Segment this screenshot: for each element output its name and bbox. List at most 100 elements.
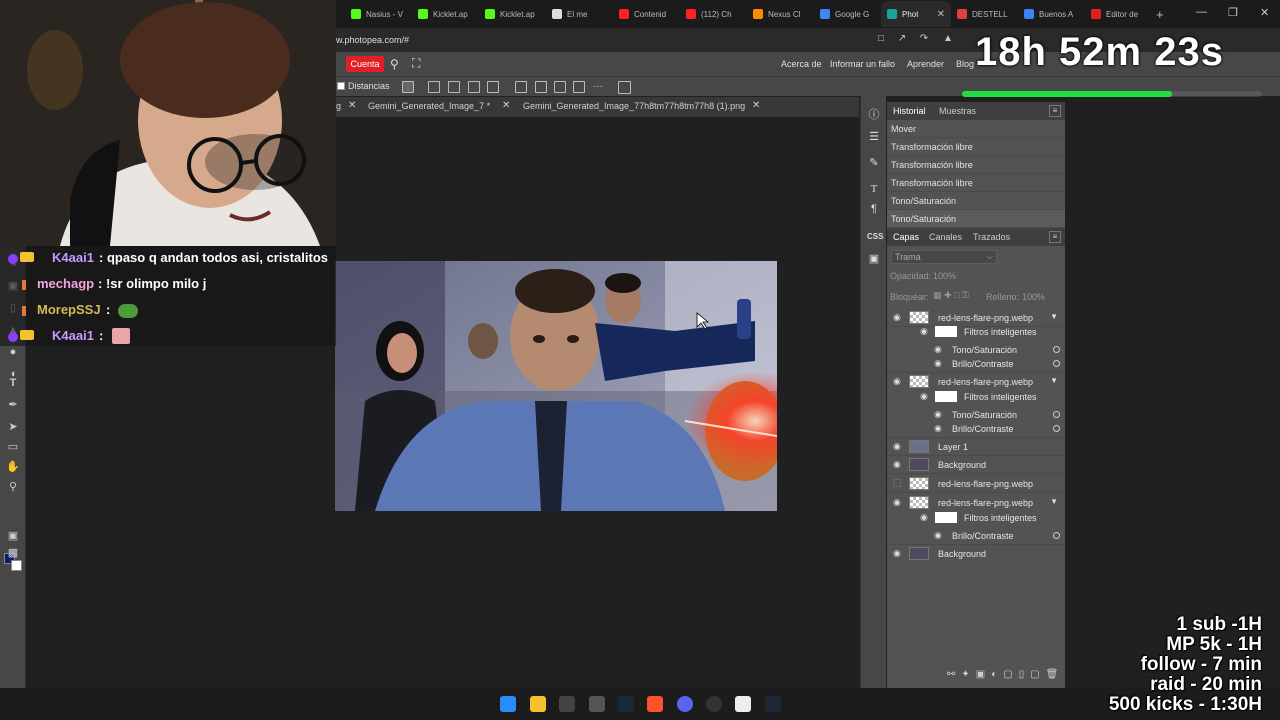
browser-tab[interactable]: Kicklet.ap bbox=[479, 1, 546, 27]
history-item[interactable]: Transformación libre bbox=[887, 138, 1065, 156]
blur-tool-icon[interactable]: ● bbox=[6, 346, 20, 358]
layer-row[interactable]: ◉ Filtros inteligentes bbox=[887, 388, 1065, 406]
adjust-icon[interactable]: ☰ bbox=[867, 130, 881, 144]
panel-menu-icon[interactable]: ≡ bbox=[1049, 231, 1061, 243]
more-icon[interactable]: … bbox=[593, 79, 603, 90]
align-top-icon[interactable] bbox=[515, 81, 527, 93]
distribute-v-icon[interactable] bbox=[573, 81, 585, 93]
browser-tab[interactable]: Contenid bbox=[613, 1, 680, 27]
tab-swatches[interactable]: Muestras bbox=[939, 106, 976, 116]
history-item[interactable]: Transformación libre bbox=[887, 174, 1065, 192]
align-left-icon[interactable] bbox=[428, 81, 440, 93]
eye-icon[interactable]: ◉ bbox=[934, 531, 944, 540]
close-icon[interactable]: ✕ bbox=[937, 9, 945, 20]
layer-row[interactable]: ◉ Brillo/Contraste bbox=[887, 355, 1065, 373]
eye-icon[interactable]: ◉ bbox=[920, 392, 930, 401]
grid-icon[interactable] bbox=[618, 81, 631, 94]
close-icon[interactable]: ✕ bbox=[348, 100, 356, 111]
browser-tab[interactable]: DESTELL bbox=[951, 1, 1018, 27]
close-icon[interactable]: ✕ bbox=[502, 100, 510, 111]
download-icon[interactable] bbox=[402, 81, 414, 93]
menu-blog[interactable]: Blog bbox=[956, 59, 974, 69]
obs-icon[interactable] bbox=[735, 696, 751, 712]
close-window-icon[interactable]: ✕ bbox=[1260, 6, 1269, 19]
history-item[interactable]: Tono/Saturación bbox=[887, 210, 1065, 228]
quick-mask-icon[interactable]: ▣ bbox=[6, 530, 20, 542]
layer-row[interactable]: ◉ Brillo/Contraste bbox=[887, 527, 1065, 545]
lock-icons[interactable]: ▦ ✚ □ ⚿ bbox=[933, 290, 969, 301]
layer-row[interactable]: ◉ Filtros inteligentes bbox=[887, 323, 1065, 341]
background-color-swatch[interactable] bbox=[11, 560, 22, 571]
expand-icon[interactable]: ▼ bbox=[1050, 376, 1058, 385]
expand-icon[interactable]: ▼ bbox=[1050, 497, 1058, 506]
doc-tab-partial[interactable]: g bbox=[336, 101, 341, 111]
filter-options-icon[interactable] bbox=[1053, 425, 1060, 432]
align-bottom-icon[interactable] bbox=[554, 81, 566, 93]
eye-icon[interactable]: ◉ bbox=[920, 327, 930, 336]
canvas-image[interactable] bbox=[335, 261, 777, 511]
brave-icon[interactable] bbox=[647, 696, 663, 712]
menu-report-bug[interactable]: Informar un fallo bbox=[830, 59, 895, 69]
history-item[interactable]: Tono/Saturación bbox=[887, 192, 1065, 210]
brush-settings-icon[interactable]: ✎ bbox=[867, 156, 881, 170]
filter-options-icon[interactable] bbox=[1053, 360, 1060, 367]
eye-icon[interactable]: ◉ bbox=[893, 460, 903, 469]
minimize-icon[interactable]: — bbox=[1196, 6, 1207, 18]
eye-icon[interactable]: ◉ bbox=[893, 442, 903, 451]
browser-tab[interactable]: Kicklet.ap bbox=[412, 1, 479, 27]
paragraph-icon[interactable]: ¶ bbox=[867, 202, 881, 216]
text-tool-icon[interactable]: T bbox=[6, 377, 20, 389]
browser-tab[interactable]: Google G bbox=[814, 1, 881, 27]
panel-menu-icon[interactable]: ≡ bbox=[1049, 105, 1061, 117]
discord-icon[interactable] bbox=[677, 696, 693, 712]
eye-icon[interactable]: ◉ bbox=[934, 345, 944, 354]
eye-icon[interactable]: ◉ bbox=[893, 313, 903, 322]
app-icon[interactable] bbox=[559, 696, 575, 712]
maximize-icon[interactable]: ❐ bbox=[1228, 6, 1238, 19]
eye-icon[interactable]: ◉ bbox=[893, 498, 903, 507]
windows-start-icon[interactable] bbox=[500, 696, 516, 712]
steam-icon[interactable] bbox=[765, 696, 781, 712]
browser-tab[interactable]: Editor de bbox=[1085, 1, 1152, 27]
layer-row[interactable]: ◉ Background bbox=[887, 545, 1065, 563]
layer-row[interactable]: ◉ Layer 1 bbox=[887, 438, 1065, 456]
browser-tab[interactable]: Phot ✕ bbox=[881, 1, 951, 27]
align-middle-icon[interactable] bbox=[535, 81, 547, 93]
filter-options-icon[interactable] bbox=[1053, 411, 1060, 418]
bookmark-icon[interactable]: □ bbox=[874, 33, 888, 47]
fill-value[interactable]: 100% bbox=[1022, 292, 1045, 302]
layer-row[interactable]: ◉ Filtros inteligentes bbox=[887, 509, 1065, 527]
eye-icon[interactable]: ◉ bbox=[934, 410, 944, 419]
eye-icon[interactable]: ◉ bbox=[920, 513, 930, 522]
menu-learn[interactable]: Aprender bbox=[907, 59, 944, 69]
history-item[interactable]: Transformación libre bbox=[887, 156, 1065, 174]
tab-layers[interactable]: Capas bbox=[893, 232, 919, 242]
share-icon[interactable]: ↷ bbox=[917, 33, 931, 47]
visibility-off-box[interactable] bbox=[893, 479, 901, 487]
eye-icon[interactable]: ◉ bbox=[934, 424, 944, 433]
browser-tab[interactable]: El me bbox=[546, 1, 613, 27]
steam-icon[interactable] bbox=[618, 696, 634, 712]
search-icon[interactable]: ⚲ bbox=[390, 57, 399, 71]
eye-icon[interactable]: ◉ bbox=[893, 377, 903, 386]
file-explorer-icon[interactable] bbox=[530, 696, 546, 712]
brave-shield-icon[interactable]: ▲ bbox=[941, 33, 955, 47]
tab-history[interactable]: Historial bbox=[893, 106, 926, 116]
opacity-value[interactable]: 100% bbox=[933, 271, 956, 281]
browser-tab[interactable]: Nexus Cl bbox=[747, 1, 814, 27]
new-tab-button[interactable]: + bbox=[1156, 7, 1172, 22]
css-icon[interactable]: CSS bbox=[867, 230, 883, 244]
doc-tab-gemini-2[interactable]: Gemini_Generated_Image_77h8tm77h8tm77h8 … bbox=[523, 101, 745, 111]
zoom-tool-icon[interactable]: ⚲ bbox=[6, 481, 20, 493]
open-external-icon[interactable]: ↗ bbox=[895, 33, 909, 47]
distribute-icon[interactable] bbox=[487, 81, 499, 93]
browser-tab[interactable]: (112) Ch bbox=[680, 1, 747, 27]
fullscreen-icon[interactable]: ⛶ bbox=[412, 56, 420, 71]
hand-tool-icon[interactable]: ✋ bbox=[6, 461, 20, 473]
doc-tab-gemini-1[interactable]: Gemini_Generated_Image_7 * bbox=[368, 101, 490, 111]
tab-channels[interactable]: Canales bbox=[929, 232, 962, 242]
info-icon[interactable]: ⓘ bbox=[867, 108, 881, 122]
browser-tab[interactable]: Nasius - V bbox=[345, 1, 412, 27]
settings-icon[interactable] bbox=[706, 696, 722, 712]
tab-paths[interactable]: Trazados bbox=[973, 232, 1010, 242]
